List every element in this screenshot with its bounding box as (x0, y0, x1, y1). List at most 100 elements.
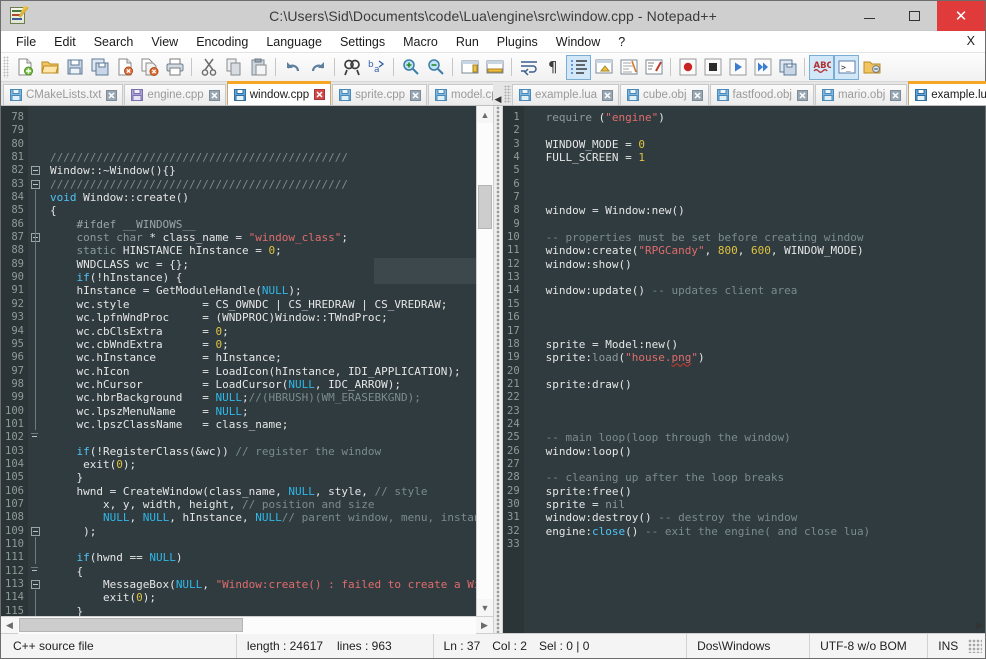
run-macro-multiple-icon[interactable] (750, 55, 775, 80)
close-tab-icon[interactable] (208, 89, 220, 101)
paste-icon[interactable] (246, 55, 271, 80)
save-icon[interactable] (62, 55, 87, 80)
close-tab-icon[interactable] (602, 89, 614, 101)
print-icon[interactable] (162, 55, 187, 80)
tab-mario-obj[interactable]: mario.obj (814, 84, 908, 105)
menu-item-edit[interactable]: Edit (45, 33, 85, 51)
code-line: hInstance = GetModuleHandle(NULL); (76, 284, 302, 298)
close-tab-icon[interactable] (314, 89, 326, 100)
status-bar: C++ source file length : 24617 lines : 9… (1, 633, 985, 658)
menu-item-search[interactable]: Search (85, 33, 143, 51)
stop-macro-icon[interactable] (700, 55, 725, 80)
maximize-button[interactable] (892, 1, 937, 31)
close-window-button[interactable]: ✕ (937, 0, 985, 31)
close-tab-icon[interactable] (796, 89, 808, 101)
close-tab-icon[interactable] (691, 89, 703, 101)
sync-horizontal-icon[interactable] (482, 55, 507, 80)
save-blue-icon (627, 89, 640, 101)
tab-fastfood-obj[interactable]: fastfood.obj (709, 84, 814, 105)
show-all-chars-icon[interactable]: ¶ (541, 55, 566, 80)
minimize-button[interactable] (847, 1, 892, 31)
scroll-left-arrow-icon[interactable]: ◀ (1, 617, 18, 634)
hscroll-track-left[interactable] (18, 616, 476, 634)
status-insert-mode: INS (938, 639, 959, 653)
fold-toggle-icon[interactable] (30, 433, 38, 438)
play-macro-icon[interactable] (725, 55, 750, 80)
zoom-in-icon[interactable] (398, 55, 423, 80)
fold-toggle-icon[interactable] (30, 580, 40, 590)
function-list-icon[interactable] (641, 55, 666, 80)
open-file-icon[interactable] (37, 55, 62, 80)
save-all-icon[interactable] (87, 55, 112, 80)
close-all-files-icon[interactable] (137, 55, 162, 80)
fold-toggle-icon[interactable] (30, 526, 40, 536)
scroll-down-arrow-icon[interactable]: ▼ (476, 599, 493, 616)
vscroll-track-left[interactable] (476, 123, 493, 599)
save-macro-icon[interactable] (775, 55, 800, 80)
cut-icon[interactable] (196, 55, 221, 80)
menu-item-help[interactable]: ? (609, 33, 634, 51)
copy-icon[interactable] (221, 55, 246, 80)
tab-sprite-cpp[interactable]: sprite.cpp (332, 84, 428, 105)
menu-item-window[interactable]: Window (547, 33, 609, 51)
menu-item-file[interactable]: File (7, 33, 45, 51)
menu-item-encoding[interactable]: Encoding (187, 33, 257, 51)
undo-icon[interactable] (280, 55, 305, 80)
scroll-up-arrow-icon[interactable]: ▲ (476, 106, 493, 123)
menu-item-plugins[interactable]: Plugins (488, 33, 547, 51)
replace-icon[interactable]: ba (364, 55, 389, 80)
fold-toggle-icon[interactable] (30, 179, 40, 189)
close-tab-icon[interactable] (890, 89, 902, 101)
zoom-out-icon[interactable] (423, 55, 448, 80)
fold-margin-right[interactable] (523, 106, 540, 633)
svg-text:>_: >_ (841, 63, 851, 72)
pane-splitter[interactable] (493, 106, 503, 633)
indent-guide-icon[interactable] (566, 54, 591, 80)
close-document-button[interactable]: X (967, 34, 975, 48)
resize-grip[interactable] (968, 639, 982, 653)
close-file-icon[interactable] (112, 55, 137, 80)
hscroll-thumb-left[interactable] (19, 617, 243, 632)
close-tab-icon[interactable] (410, 89, 422, 101)
tab-window-cpp[interactable]: window.cpp (226, 81, 332, 105)
menu-item-settings[interactable]: Settings (331, 33, 394, 51)
redo-icon[interactable] (305, 55, 330, 80)
menu-item-view[interactable]: View (142, 33, 187, 51)
sync-vertical-icon[interactable] (457, 55, 482, 80)
tab-scroll-left-icon[interactable]: ◀ (493, 93, 503, 105)
toolbar-grip[interactable] (3, 56, 9, 78)
document-map-icon[interactable] (616, 55, 641, 80)
tab-engine-cpp[interactable]: engine.cpp (124, 84, 226, 105)
fold-toggle-icon[interactable] (30, 166, 40, 176)
tab-bar-grip[interactable] (504, 84, 511, 103)
vscroll-thumb-left[interactable] (477, 185, 492, 229)
code-line: if(!RegisterClass(&wc)) // register the … (76, 444, 382, 458)
code-view-left[interactable]: Snip ///////////////////////////////////… (43, 106, 476, 616)
fold-margin-left[interactable] (27, 106, 44, 616)
close-tab-icon[interactable] (106, 89, 118, 101)
pane-resize-marker-icon[interactable]: ▶ (976, 620, 983, 631)
folder-workspace-icon[interactable] (859, 55, 884, 80)
tab-cmakelists-txt[interactable]: CMakeLists.txt (3, 84, 124, 105)
vertical-scrollbar-left[interactable]: ▲ ▼ (476, 106, 493, 616)
menu-item-language[interactable]: Language (257, 33, 331, 51)
new-file-icon[interactable] (12, 55, 37, 80)
horizontal-scrollbar-left[interactable]: ◀ ▶ (1, 616, 493, 634)
spell-check-icon[interactable]: ABC (809, 54, 834, 80)
fold-toggle-icon[interactable] (30, 566, 38, 571)
user-defined-dlg-icon[interactable] (591, 55, 616, 80)
code-line: wc.hInstance = hInstance; (76, 351, 282, 365)
word-wrap-icon[interactable] (516, 55, 541, 80)
tab-example-lua-1[interactable]: example.lua (512, 84, 620, 105)
find-icon[interactable] (339, 55, 364, 80)
tab-example-lua-2[interactable]: example.lua (908, 81, 986, 105)
menu-item-run[interactable]: Run (447, 33, 488, 51)
tab-cube-obj[interactable]: cube.obj (620, 84, 709, 105)
code-view-right[interactable]: require ("engine") WINDOW_MODE = 0 FULL_S… (539, 106, 985, 633)
record-macro-icon[interactable] (675, 55, 700, 80)
menu-item-macro[interactable]: Macro (394, 33, 447, 51)
run-icon[interactable]: >_ (834, 54, 859, 80)
code-line: wc.cbClsExtra = 0; (76, 324, 229, 338)
scroll-right-arrow-icon[interactable]: ▶ (476, 617, 493, 634)
code-line: FULL_SCREEN = 1 (545, 151, 645, 165)
